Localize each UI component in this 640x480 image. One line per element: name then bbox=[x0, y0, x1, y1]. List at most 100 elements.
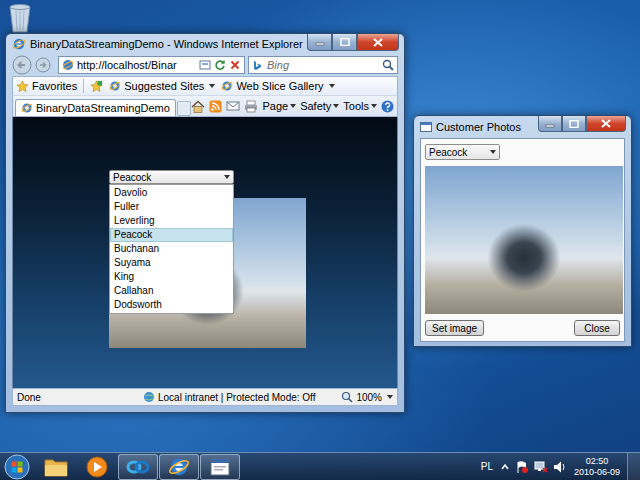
close-button[interactable] bbox=[586, 116, 626, 132]
dropdown-option[interactable]: Dodsworth bbox=[110, 298, 233, 312]
search-placeholder: Bing bbox=[267, 59, 378, 71]
tab-label: BinaryDataStreamingDemo bbox=[36, 102, 170, 114]
dropdown-option[interactable]: King bbox=[110, 270, 233, 284]
maximize-button[interactable] bbox=[332, 34, 357, 51]
taskbar: PL 02:502010-06-09 bbox=[0, 452, 640, 480]
volume-icon[interactable] bbox=[553, 460, 567, 474]
compatibility-icon[interactable] bbox=[199, 59, 211, 71]
button-row: Set image Close bbox=[425, 320, 620, 336]
minimize-button[interactable] bbox=[538, 116, 562, 132]
dropdown-option[interactable]: Buchanan bbox=[110, 242, 233, 256]
stop-icon[interactable] bbox=[229, 59, 241, 71]
show-hidden-icons-icon[interactable] bbox=[500, 462, 510, 472]
maximize-button[interactable] bbox=[562, 116, 586, 132]
navigation-bar: http://localhost/Binar Bing bbox=[12, 54, 398, 76]
browser-tab[interactable]: BinaryDataStreamingDemo bbox=[15, 99, 176, 116]
clock[interactable]: 02:502010-06-09 bbox=[572, 456, 622, 478]
language-indicator[interactable]: PL bbox=[481, 461, 493, 472]
back-button[interactable] bbox=[12, 55, 32, 75]
dropdown-option[interactable]: Davolio bbox=[110, 186, 233, 200]
home-icon[interactable] bbox=[191, 100, 205, 113]
ie-page-icon bbox=[21, 102, 33, 114]
customer-dropdown-list: DavolioFullerLeverlingPeacockBuchananSuy… bbox=[109, 184, 234, 314]
customer-combobox[interactable]: Peacock bbox=[425, 144, 500, 160]
clock-time: 02:50 bbox=[586, 456, 609, 467]
dropdown-arrow-icon bbox=[290, 104, 296, 108]
search-field[interactable]: Bing bbox=[248, 56, 398, 74]
dialog-button[interactable]: Close bbox=[574, 320, 620, 336]
dropdown-option[interactable]: Callahan bbox=[110, 284, 233, 298]
page-icon bbox=[62, 59, 74, 71]
window-icon bbox=[420, 121, 432, 133]
refresh-icon[interactable] bbox=[214, 59, 226, 71]
favorites-link[interactable]: Web Slice Gallery bbox=[221, 80, 334, 92]
feeds-icon[interactable] bbox=[209, 100, 222, 113]
command-label: Safety bbox=[300, 100, 331, 112]
silverlight-content: PeacockDavolioFullerLeverlingPeacockBuch… bbox=[12, 117, 398, 388]
minimize-button[interactable] bbox=[307, 34, 332, 51]
customer-photos-window: Customer Photos Peacock Set image Close bbox=[413, 115, 632, 347]
command-menu[interactable]: Page bbox=[262, 100, 296, 112]
close-button[interactable] bbox=[357, 34, 399, 51]
address-field[interactable]: http://localhost/Binar bbox=[58, 56, 245, 74]
command-label: Page bbox=[262, 100, 288, 112]
favorites-link[interactable]: Suggested Sites bbox=[109, 80, 215, 92]
taskbar-button[interactable] bbox=[36, 454, 76, 480]
taskbar-button[interactable] bbox=[200, 454, 240, 480]
dropdown-option[interactable]: Fuller bbox=[110, 200, 233, 214]
browser-window: BinaryDataStreamingDemo - Windows Intern… bbox=[5, 33, 405, 413]
command-menu[interactable]: Tools bbox=[343, 100, 377, 112]
dropdown-arrow-icon bbox=[329, 84, 335, 88]
dialog-button[interactable]: Set image bbox=[425, 320, 484, 336]
command-menu[interactable]: Safety bbox=[300, 100, 339, 112]
start-button[interactable] bbox=[0, 454, 34, 480]
taskbar-button[interactable] bbox=[77, 454, 117, 480]
intranet-icon bbox=[143, 391, 155, 403]
title-bar[interactable]: Customer Photos bbox=[420, 116, 625, 138]
address-text: http://localhost/Binar bbox=[77, 59, 196, 71]
add-favorite-icon[interactable] bbox=[90, 80, 103, 93]
command-bar: Page Safety Tools bbox=[191, 100, 394, 113]
help-icon[interactable] bbox=[381, 100, 394, 113]
mail-icon[interactable] bbox=[226, 100, 240, 112]
tab-bar: BinaryDataStreamingDemo Page Safety Tools bbox=[12, 95, 398, 117]
title-bar[interactable]: BinaryDataStreamingDemo - Windows Intern… bbox=[12, 34, 398, 54]
print-icon[interactable] bbox=[244, 100, 258, 113]
dropdown-option[interactable]: Leverling bbox=[110, 214, 233, 228]
app-icon bbox=[126, 458, 150, 476]
ie-page-icon bbox=[221, 80, 233, 92]
combobox-value: Peacock bbox=[113, 172, 224, 183]
show-desktop-button[interactable] bbox=[627, 453, 640, 480]
dropdown-option[interactable]: Peacock bbox=[110, 228, 233, 242]
dropdown-arrow-icon bbox=[387, 395, 393, 399]
zoom-control[interactable]: 100% bbox=[341, 391, 393, 403]
network-icon[interactable] bbox=[534, 460, 548, 474]
window-icon bbox=[210, 457, 230, 477]
window-controls bbox=[307, 34, 399, 51]
favorites-bar: Favorites Suggested Sites Web Slice Galler… bbox=[12, 76, 398, 95]
dropdown-arrow-icon bbox=[209, 84, 215, 88]
dropdown-arrow-icon bbox=[490, 150, 496, 154]
security-zone[interactable]: Local intranet | Protected Mode: Off bbox=[143, 391, 335, 403]
dropdown-arrow-icon bbox=[224, 175, 230, 179]
search-provider-icon bbox=[252, 60, 263, 71]
dropdown-arrow-icon bbox=[371, 104, 377, 108]
search-icon[interactable] bbox=[382, 59, 394, 71]
media-player-icon bbox=[86, 456, 108, 478]
favorites-link-label: Suggested Sites bbox=[124, 80, 204, 92]
taskbar-button[interactable] bbox=[118, 454, 158, 480]
forward-button[interactable] bbox=[35, 57, 51, 73]
notification-area: PL 02:502010-06-09 bbox=[481, 453, 640, 480]
customer-combobox[interactable]: Peacock bbox=[109, 170, 234, 184]
favorites-button[interactable]: Favorites bbox=[16, 80, 77, 93]
favorites-label: Favorites bbox=[32, 80, 77, 92]
window-controls bbox=[538, 116, 626, 132]
ie-page-icon bbox=[109, 80, 121, 92]
new-tab-button[interactable] bbox=[177, 101, 192, 116]
action-center-flag-icon[interactable] bbox=[515, 460, 529, 474]
star-icon bbox=[16, 80, 29, 93]
recycle-bin-icon[interactable] bbox=[6, 3, 34, 35]
dropdown-option[interactable]: Suyama bbox=[110, 256, 233, 270]
taskbar-button[interactable] bbox=[159, 454, 199, 480]
separator bbox=[83, 79, 84, 93]
